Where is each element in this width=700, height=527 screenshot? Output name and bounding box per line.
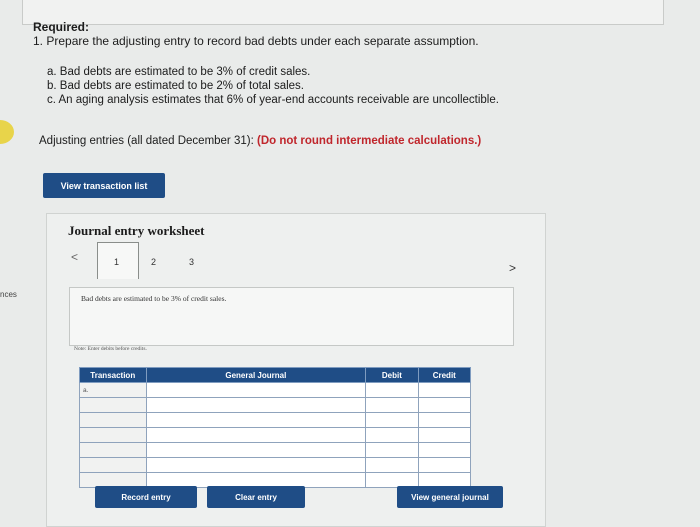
- table-row: [79, 412, 472, 428]
- worksheet-description: Bad debts are estimated to be 3% of cred…: [81, 294, 227, 303]
- side-tab-marker[interactable]: [0, 120, 14, 144]
- header-transaction: Transaction: [79, 367, 147, 383]
- table-row: [79, 457, 472, 473]
- adjusting-entries-text: Adjusting entries (all dated December 31…: [39, 135, 257, 147]
- table-row: [79, 397, 472, 413]
- worksheet-title: Journal entry worksheet: [68, 223, 205, 238]
- credit-input[interactable]: [417, 412, 472, 428]
- next-arrow-icon[interactable]: >: [509, 261, 516, 275]
- account-input[interactable]: [145, 457, 367, 473]
- credit-input[interactable]: [417, 457, 472, 473]
- journal-entry-worksheet: Journal entry worksheet < 1 2 3 > Bad de…: [46, 213, 546, 527]
- account-input[interactable]: [145, 442, 367, 458]
- worksheet-note: Note: Enter debits before credits.: [74, 346, 147, 352]
- side-label: nces: [0, 290, 17, 299]
- transaction-cell: [79, 397, 147, 413]
- tab-3[interactable]: 3: [189, 257, 194, 267]
- debit-input[interactable]: [365, 427, 419, 443]
- account-input[interactable]: [145, 397, 367, 413]
- tab-2[interactable]: 2: [151, 257, 156, 267]
- header-credit: Credit: [417, 367, 472, 383]
- transaction-cell: [79, 457, 147, 473]
- tab-1[interactable]: 1: [114, 257, 119, 267]
- transaction-cell: [79, 427, 147, 443]
- debit-input[interactable]: [365, 412, 419, 428]
- header-general-journal: General Journal: [145, 367, 367, 383]
- assumption-c: c. An aging analysis estimates that 6% o…: [47, 94, 499, 106]
- table-row: a.: [79, 382, 472, 398]
- table-row: [79, 427, 472, 443]
- description-box: Bad debts are estimated to be 3% of cred…: [69, 287, 514, 346]
- required-title: Required:: [33, 20, 90, 34]
- table-row: [79, 442, 472, 458]
- transaction-cell: a.: [79, 382, 147, 398]
- transaction-cell: [79, 442, 147, 458]
- debit-input[interactable]: [365, 457, 419, 473]
- rounding-warning: (Do not round intermediate calculations.…: [256, 135, 482, 147]
- debit-input[interactable]: [365, 397, 419, 413]
- header-debit: Debit: [365, 367, 419, 383]
- transaction-cell: [79, 412, 147, 428]
- credit-input[interactable]: [417, 427, 472, 443]
- credit-input[interactable]: [417, 382, 472, 398]
- top-bar: [22, 0, 664, 25]
- required-instruction: 1. Prepare the adjusting entry to record…: [33, 34, 479, 48]
- adjusting-entries-instruction: Adjusting entries (all dated December 31…: [39, 135, 481, 147]
- account-input[interactable]: [145, 427, 367, 443]
- view-general-journal-button[interactable]: View general journal: [397, 486, 503, 508]
- credit-input[interactable]: [417, 397, 472, 413]
- clear-entry-button[interactable]: Clear entry: [207, 486, 305, 508]
- assumption-a: a. Bad debts are estimated to be 3% of c…: [47, 66, 311, 78]
- view-transaction-list-button[interactable]: View transaction list: [43, 173, 165, 198]
- journal-table: Transaction General Journal Debit Credit…: [79, 367, 472, 488]
- debit-input[interactable]: [365, 382, 419, 398]
- assumption-b: b. Bad debts are estimated to be 2% of t…: [47, 80, 304, 92]
- credit-input[interactable]: [417, 442, 472, 458]
- account-input[interactable]: [145, 412, 367, 428]
- account-input[interactable]: [145, 382, 367, 398]
- record-entry-button[interactable]: Record entry: [95, 486, 197, 508]
- debit-input[interactable]: [365, 442, 419, 458]
- previous-arrow-icon[interactable]: <: [71, 250, 78, 264]
